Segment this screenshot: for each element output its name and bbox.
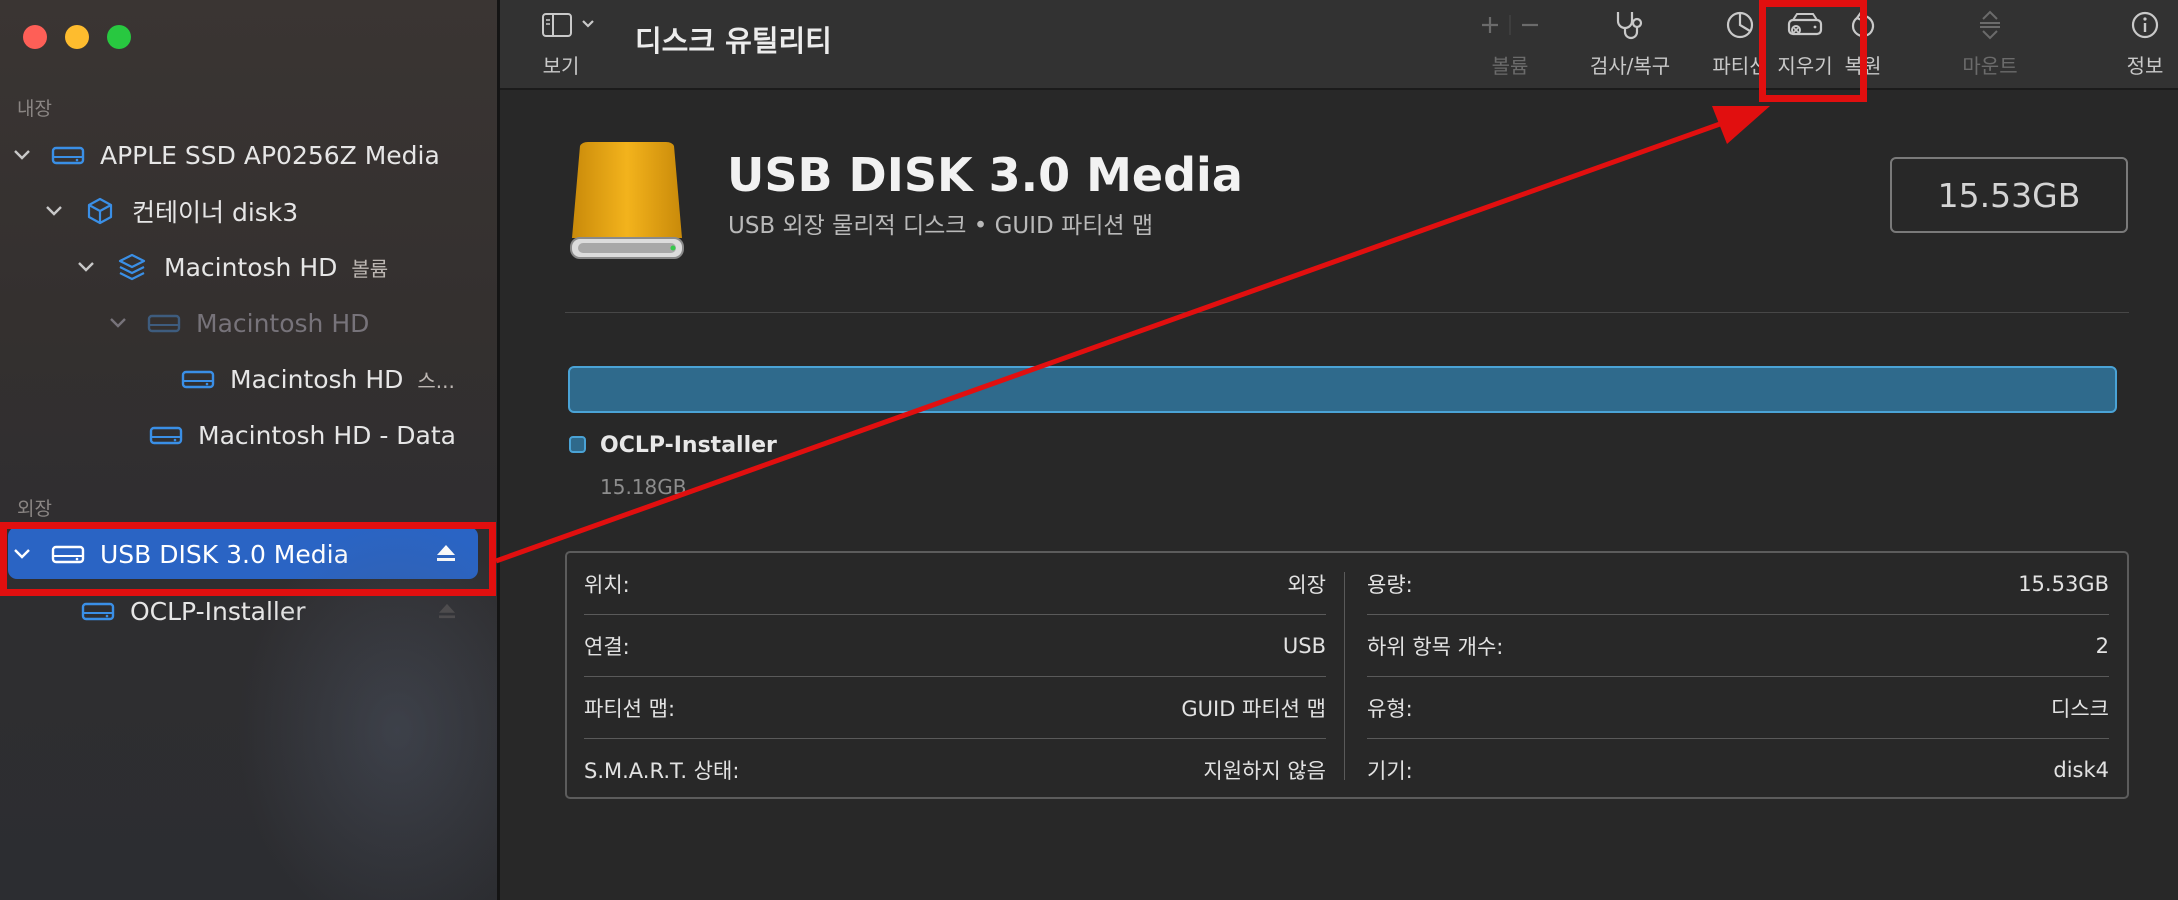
mount-icon bbox=[1975, 0, 2005, 50]
sidebar-item-apple-ssd[interactable]: APPLE SSD AP0256Z Media bbox=[8, 131, 440, 179]
info-row-device: 기기: disk4 bbox=[1367, 739, 2109, 801]
sidebar-toggle-icon bbox=[541, 0, 601, 50]
annotation-highlight-usb-disk bbox=[0, 522, 496, 596]
sidebar-item-macintosh-hd-snapshot[interactable]: Macintosh HD 스... bbox=[180, 355, 455, 403]
view-button[interactable]: 보기 bbox=[536, 0, 606, 88]
annotation-highlight-erase-button bbox=[1759, 0, 1867, 102]
info-icon bbox=[2130, 0, 2160, 50]
info-table-column-divider bbox=[1344, 572, 1345, 780]
info-key: S.M.A.R.T. 상태: bbox=[584, 759, 740, 783]
volume-button[interactable]: 볼륨 bbox=[1465, 0, 1555, 88]
view-label: 보기 bbox=[542, 54, 580, 78]
toolbar: 보기 디스크 유틸리티 볼륨 검사/복구 파티션 지우기 복원 마운트 정보 bbox=[500, 0, 2178, 90]
capacity-badge: 15.53GB bbox=[1890, 157, 2128, 233]
info-value: 2 bbox=[2095, 634, 2109, 658]
info-value: USB bbox=[1282, 634, 1326, 658]
sidebar-item-label: Macintosh HD bbox=[164, 252, 338, 282]
info-key: 파티션 맵: bbox=[584, 697, 676, 721]
chevron-down-icon[interactable] bbox=[72, 253, 100, 281]
section-external-label: 외장 bbox=[17, 498, 52, 520]
volume-disk-icon bbox=[148, 421, 184, 449]
info-key: 위치: bbox=[584, 573, 630, 597]
sidebar-item-label: OCLP-Installer bbox=[130, 596, 306, 626]
volume-label: 볼륨 bbox=[1491, 54, 1529, 78]
mount-label: 마운트 bbox=[1962, 54, 2018, 78]
info-value: 외장 bbox=[1287, 573, 1326, 597]
sidebar-item-label: Macintosh HD bbox=[196, 308, 370, 338]
sidebar-item-label: 컨테이너 disk3 bbox=[132, 198, 299, 227]
chevron-down-icon[interactable] bbox=[8, 141, 36, 169]
close-window-button[interactable] bbox=[23, 25, 47, 49]
info-row-partition-map: 파티션 맵: GUID 파티션 맵 bbox=[584, 677, 1326, 739]
chevron-down-icon[interactable] bbox=[40, 197, 68, 225]
app-title: 디스크 유틸리티 bbox=[635, 24, 832, 58]
info-value: 지원하지 않음 bbox=[1203, 759, 1326, 783]
sidebar-item-macintosh-hd-data[interactable]: Macintosh HD - Data bbox=[148, 411, 456, 459]
info-key: 용량: bbox=[1367, 573, 1413, 597]
stethoscope-icon bbox=[1612, 0, 1648, 50]
partition-color-swatch bbox=[569, 436, 586, 453]
partition-name: OCLP-Installer bbox=[600, 433, 777, 458]
info-value: GUID 파티션 맵 bbox=[1181, 697, 1326, 721]
section-internal-label: 내장 bbox=[17, 98, 52, 120]
volume-disk-icon bbox=[146, 309, 182, 337]
info-button[interactable]: 정보 bbox=[2120, 0, 2170, 88]
info-row-type: 유형: 디스크 bbox=[1367, 677, 2109, 739]
info-value: 15.53GB bbox=[2018, 572, 2109, 596]
volume-disk-icon bbox=[80, 597, 116, 625]
container-cube-icon bbox=[82, 197, 118, 225]
disk-description: USB 외장 물리적 디스크 • GUID 파티션 맵 bbox=[728, 213, 1154, 239]
sidebar-divider bbox=[497, 0, 500, 900]
firstaid-label: 검사/복구 bbox=[1589, 54, 1671, 78]
sidebar-item-sublabel: 스... bbox=[417, 368, 455, 393]
sidebar-item-label: Macintosh HD - Data bbox=[198, 420, 456, 450]
volume-layers-icon bbox=[114, 253, 150, 281]
info-label: 정보 bbox=[2126, 54, 2164, 78]
sidebar-item-label: APPLE SSD AP0256Z Media bbox=[100, 140, 440, 170]
volume-disk-icon bbox=[180, 365, 216, 393]
header-divider bbox=[565, 312, 2129, 313]
maximize-window-button[interactable] bbox=[107, 25, 131, 49]
info-value: disk4 bbox=[2053, 758, 2109, 782]
firstaid-button[interactable]: 검사/복구 bbox=[1580, 0, 1680, 88]
sidebar-item-container-disk3[interactable]: 컨테이너 disk3 bbox=[40, 187, 298, 235]
chevron-down-icon[interactable] bbox=[104, 309, 132, 337]
info-key: 연결: bbox=[584, 635, 630, 659]
sidebar: 내장 APPLE SSD AP0256Z Media 컨테이너 disk3 Ma… bbox=[0, 0, 497, 900]
info-row-connection: 연결: USB bbox=[584, 615, 1326, 677]
info-row-location: 위치: 외장 bbox=[584, 553, 1326, 615]
info-row-child-count: 하위 항목 개수: 2 bbox=[1367, 615, 2109, 677]
partition-map-bar bbox=[568, 366, 2117, 413]
eject-icon-dim[interactable] bbox=[438, 603, 456, 623]
minimize-window-button[interactable] bbox=[65, 25, 89, 49]
partition-size: 15.18GB bbox=[600, 475, 687, 499]
mount-button[interactable]: 마운트 bbox=[1940, 0, 2040, 88]
info-key: 하위 항목 개수: bbox=[1367, 635, 1504, 659]
external-drive-icon bbox=[568, 140, 688, 266]
pie-chart-icon bbox=[1724, 0, 1756, 50]
disk-title: USB DISK 3.0 Media bbox=[727, 148, 1243, 202]
sidebar-item-macintosh-hd-dim[interactable]: Macintosh HD bbox=[104, 299, 369, 347]
info-row-capacity: 용량: 15.53GB bbox=[1367, 553, 2109, 615]
add-remove-volume-icon bbox=[1475, 0, 1545, 50]
info-key: 유형: bbox=[1367, 697, 1413, 721]
sidebar-item-macintosh-hd-volume[interactable]: Macintosh HD 볼륨 bbox=[72, 243, 388, 291]
sidebar-item-label: Macintosh HD bbox=[230, 364, 404, 394]
info-row-smart-status: S.M.A.R.T. 상태: 지원하지 않음 bbox=[584, 739, 1326, 801]
internal-disk-icon bbox=[50, 141, 86, 169]
sidebar-item-sublabel: 볼륨 bbox=[351, 256, 389, 281]
info-key: 기기: bbox=[1367, 759, 1413, 783]
info-value: 디스크 bbox=[2051, 697, 2109, 721]
